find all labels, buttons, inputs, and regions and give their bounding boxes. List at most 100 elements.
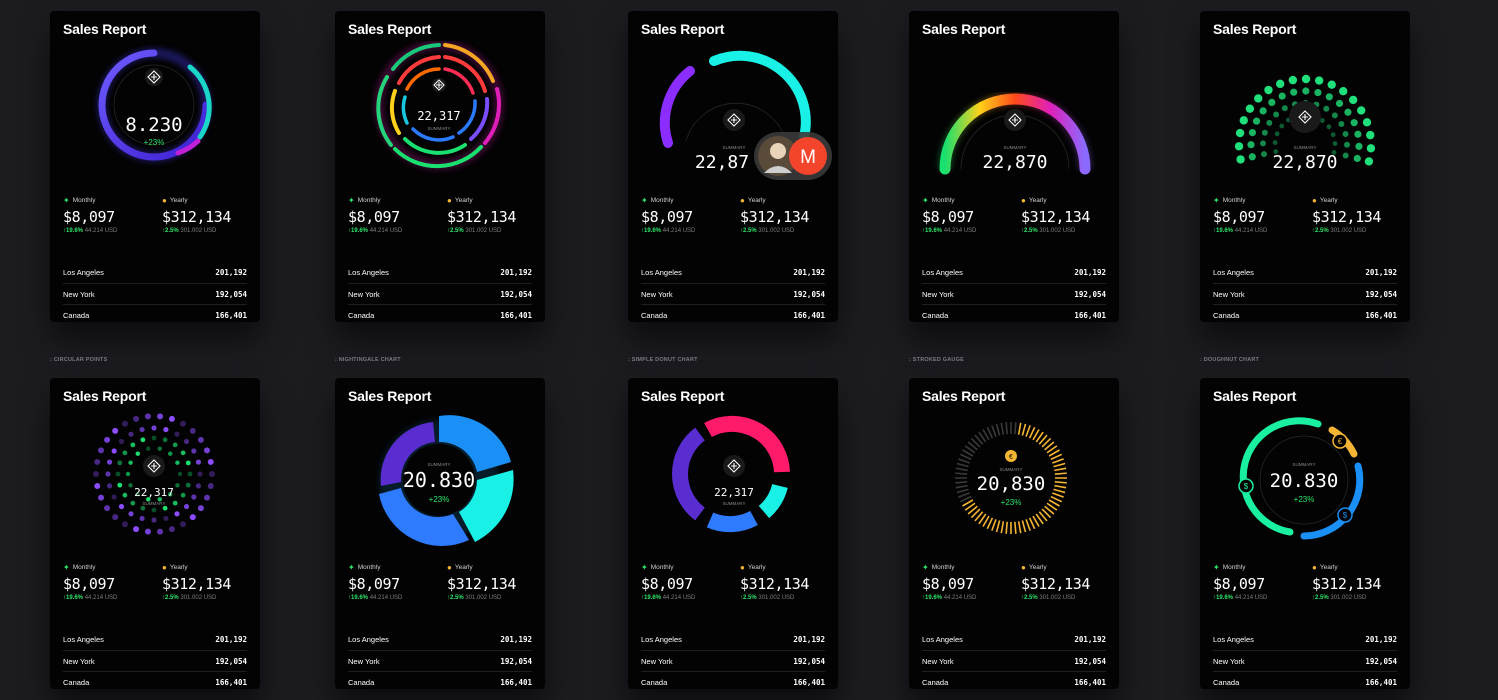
gauge-tick — [958, 458, 970, 464]
gauge-tick — [959, 495, 972, 503]
gauge-tick — [1052, 458, 1064, 464]
list-item: New York 192,054 — [641, 650, 825, 671]
dot-mark — [98, 494, 105, 501]
gauge-tick — [955, 467, 968, 472]
list-item: Canada 166,401 — [641, 671, 825, 689]
gauge-tick — [995, 423, 1001, 436]
sales-card-stroked-gauge[interactable]: Sales Report € SUMMARY 20,830 +23% ✦ Mont… — [909, 378, 1119, 689]
svg-text:$: $ — [1343, 511, 1348, 520]
dot-mark — [94, 458, 101, 465]
svg-text:22,870: 22,870 — [1272, 152, 1337, 173]
dot-mark — [111, 494, 117, 500]
medal-icon: ● — [447, 195, 452, 205]
city-list: Los Angeles 201,192 New York 192,054 Canad… — [641, 262, 825, 322]
medal-icon: ● — [162, 562, 167, 572]
dot-mark — [180, 492, 186, 498]
list-item: Canada 166,401 — [922, 304, 1106, 322]
dot-mark — [1234, 142, 1244, 151]
sales-card-simple-donut[interactable]: Sales Report 22,317 SUMMARY ✦ Monthly $8,0… — [628, 378, 838, 689]
city-list: Los Angeles 201,192 New York 192,054 Canad… — [63, 629, 247, 689]
dot-mark — [162, 505, 168, 511]
gauge-tick — [958, 492, 970, 498]
list-item: Los Angeles 201,192 — [922, 635, 1106, 644]
sales-card-split-gauge[interactable]: Sales Report SUMMARY 22,87 M ✦ Monthly $8,… — [628, 11, 838, 322]
section-label: : STROKED GAUGE — [909, 357, 964, 363]
summary-value: 8.230 — [125, 114, 182, 136]
list-item: Los Angeles 201,192 — [348, 268, 532, 277]
dot-mark — [139, 426, 145, 433]
dot-mark — [157, 528, 164, 535]
gauge-tick — [956, 462, 969, 468]
dot-mark — [105, 471, 111, 477]
sparkle-icon: ✦ — [63, 562, 70, 572]
svg-text:22,317: 22,317 — [714, 486, 754, 499]
dot-mark — [197, 505, 204, 512]
list-item: Canada 166,401 — [63, 671, 247, 689]
dot-mark — [163, 426, 169, 433]
rainbow-gauge-chart: SUMMARY 22,870 — [938, 92, 1092, 175]
dot-mark — [195, 483, 202, 489]
list-item: Los Angeles 201,192 — [63, 268, 247, 277]
list-item: Canada 166,401 — [1213, 304, 1397, 322]
ring-progress-chart: 8.230 +23% — [97, 48, 212, 162]
dot-mark — [185, 482, 191, 488]
dot-mark — [140, 437, 146, 443]
card-title: Sales Report — [641, 388, 725, 404]
gauge-tick — [1000, 422, 1005, 435]
dot-mark — [157, 446, 162, 451]
sales-card-circular-points[interactable]: Sales Report 22,317 SUMMARY ✦ Monthly $8,0… — [50, 378, 260, 689]
sales-card-multi-ring[interactable]: Sales Report 22,317 SUMMARY ✦ Monthly $8… — [335, 11, 545, 322]
gauge-tick — [1052, 492, 1064, 498]
dot-mark — [1366, 130, 1375, 140]
dot-mark — [1252, 117, 1261, 125]
dot-mark — [112, 514, 119, 521]
dot-mark — [163, 515, 169, 522]
gauge-tick — [1050, 453, 1063, 461]
list-item: New York 192,054 — [641, 283, 825, 304]
dot-mark — [1323, 105, 1330, 112]
stroked-gauge-chart: € SUMMARY 20,830 +23% — [955, 422, 1067, 534]
svg-text:€: € — [1338, 437, 1343, 446]
sales-card-doughnut[interactable]: Sales Report € $ $ SUMMARY 20.830 +23% ✦… — [1200, 378, 1410, 689]
card-title: Sales Report — [922, 21, 1006, 37]
sales-card-ring-progress[interactable]: Sales Report 8.230 +23% ✦ Monthly $8,097 ↑1… — [50, 11, 260, 322]
dot-mark — [133, 526, 140, 533]
city-list: Los Angeles 201,192 New York 192,054 Canad… — [63, 262, 247, 322]
svg-text:SUMMARY: SUMMARY — [428, 126, 451, 131]
section-label: : NIGHTINGALE CHART — [335, 357, 401, 363]
dot-mark — [122, 492, 128, 498]
dot-mark — [185, 460, 191, 466]
dot-mark — [162, 437, 168, 443]
sales-card-nightingale[interactable]: Sales Report SUMMARY 20.830 +23% ✦ Monthl… — [335, 378, 545, 689]
dot-mark — [183, 503, 190, 510]
sales-card-dot-gauge[interactable]: Sales Report SUMMARY 22,870 ✦ Monthly $8,0… — [1200, 11, 1410, 322]
dot-mark — [118, 438, 125, 445]
dot-mark — [146, 446, 151, 451]
section-label: : SIMPLE DONUT CHART — [628, 357, 698, 363]
dot-mark — [1353, 154, 1361, 163]
dot-mark — [191, 448, 197, 454]
dot-mark — [104, 436, 111, 443]
dot-mark — [197, 471, 203, 477]
dot-mark — [117, 482, 123, 488]
section-label: : CIRCULAR POINTS — [50, 357, 108, 363]
dot-mark — [175, 460, 180, 465]
sales-card-rainbow-gauge[interactable]: Sales Report SUMMARY 22,870 ✦ Monthly $8,0… — [909, 11, 1119, 322]
dot-mark — [1245, 104, 1255, 113]
dot-mark — [172, 442, 178, 448]
dot-mark — [191, 494, 197, 500]
gauge-tick — [1054, 472, 1067, 475]
list-item: Los Angeles 201,192 — [641, 268, 825, 277]
dot-mark — [1338, 121, 1345, 128]
dot-mark — [1236, 155, 1245, 164]
dot-mark — [203, 494, 210, 501]
sparkle-icon: ✦ — [641, 195, 648, 205]
dot-mark — [1278, 92, 1286, 100]
dot-mark — [1350, 119, 1358, 127]
card-title: Sales Report — [63, 388, 147, 404]
list-item: New York 192,054 — [1213, 650, 1397, 671]
svg-text:SUMMARY: SUMMARY — [1000, 467, 1023, 472]
sparkle-icon: ✦ — [63, 195, 70, 205]
gauge-tick — [1014, 521, 1017, 534]
gauge-tick — [955, 481, 968, 484]
